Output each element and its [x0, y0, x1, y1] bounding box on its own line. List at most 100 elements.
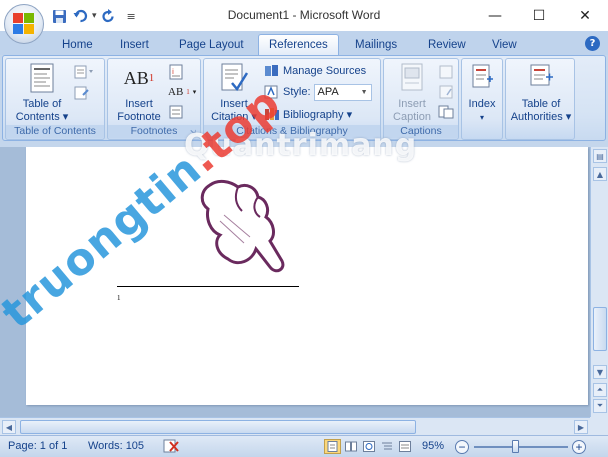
update-table-icon [74, 86, 89, 100]
update-figures-table-button[interactable] [438, 83, 454, 101]
zoom-slider-track[interactable] [474, 446, 568, 448]
minimize-icon: — [488, 7, 502, 24]
zoom-level[interactable]: 95% [422, 440, 444, 452]
bibliography-label: Bibliography ▾ [283, 108, 353, 121]
insert-caption-icon [396, 62, 428, 94]
table-of-contents-button[interactable]: Table of Contents ▾ [12, 62, 72, 124]
style-dropdown[interactable]: APA ▼ [313, 83, 372, 101]
insert-endnote-icon: i [169, 64, 183, 80]
table-of-contents-label-2: Contents ▾ [15, 111, 69, 123]
insert-caption-label-2: Caption [393, 111, 431, 123]
group-index: Index ▾ [461, 58, 503, 140]
manage-sources-icon [265, 65, 278, 76]
insert-table-of-figures-button[interactable] [438, 63, 454, 81]
style-value: APA [317, 86, 339, 98]
next-footnote-button[interactable]: AB 1 ▾ [168, 83, 196, 101]
close-button[interactable]: ✕ [562, 0, 608, 31]
tab-insert[interactable]: Insert [118, 34, 151, 55]
office-button[interactable] [4, 4, 44, 44]
office-logo-icon [13, 13, 35, 35]
manage-sources-label: Manage Sources [283, 65, 367, 77]
add-text-button[interactable] [74, 63, 98, 81]
page-count[interactable]: Page: 1 of 1 [8, 440, 67, 452]
web-layout-view-icon[interactable] [360, 439, 377, 454]
insert-caption-button[interactable]: Insert Caption [388, 62, 436, 124]
cross-reference-icon [438, 105, 454, 119]
add-text-icon [74, 65, 93, 79]
scroll-down-icon[interactable]: ▼ [593, 365, 607, 379]
outline-view-icon[interactable] [378, 439, 395, 454]
proofing-icon[interactable] [162, 438, 180, 457]
next-footnote-sup: 1 [186, 88, 190, 96]
tab-mailings[interactable]: Mailings [353, 34, 399, 55]
table-of-authorities-button[interactable]: Table of Authorities ▾ [508, 62, 574, 124]
tab-review[interactable]: Review [426, 34, 468, 55]
document-page[interactable]: 1 [26, 147, 588, 405]
horizontal-scroll-thumb[interactable] [20, 420, 416, 434]
cross-reference-button[interactable] [438, 103, 454, 121]
style-selector: Style: APA ▼ [264, 83, 372, 101]
index-label-2: ▾ [479, 113, 484, 122]
footnote-icon-sup: 1 [148, 71, 155, 84]
zoom-slider-thumb[interactable] [512, 440, 519, 453]
group-label-toc: Table of Contents [6, 125, 104, 138]
table-of-figures-icon [439, 65, 453, 79]
manage-sources-button[interactable]: Manage Sources [264, 62, 366, 80]
footnote-icon-text: AB [123, 67, 149, 88]
group-table-of-contents: Table of Contents ▾ Table of Contents [5, 58, 105, 140]
insert-footnote-label-1: Insert [125, 98, 153, 110]
insert-footnote-label-2: Footnote [117, 111, 161, 123]
footnote-separator [117, 286, 299, 287]
insert-footnote-icon: AB 1 [123, 62, 155, 94]
update-table-button[interactable] [74, 84, 90, 102]
table-of-authorities-label-1: Table of [521, 98, 561, 110]
table-of-authorities-icon [525, 62, 557, 94]
title-bar: ▾ ≡ Document1 - Microsoft Word — ☐ ✕ [0, 0, 608, 31]
style-dropdown-chevron-icon: ▼ [360, 88, 368, 96]
vertical-scroll-thumb[interactable] [593, 307, 607, 351]
help-icon[interactable]: ? [585, 36, 600, 51]
index-button[interactable]: Index ▾ [464, 62, 500, 124]
scrollbar-corner [590, 417, 608, 435]
svg-text:i: i [172, 68, 174, 76]
footnote-number: 1 [117, 294, 121, 302]
next-footnote-text: AB [168, 86, 184, 98]
print-layout-view-icon[interactable] [324, 439, 341, 454]
next-footnote-dropdown-icon: ▾ [192, 88, 197, 96]
maximize-button[interactable]: ☐ [516, 0, 562, 31]
table-of-contents-label-1: Table of [22, 98, 62, 110]
show-notes-button[interactable] [168, 103, 184, 121]
full-screen-reading-view-icon[interactable] [342, 439, 359, 454]
insert-footnote-button[interactable]: AB 1 Insert Footnote [112, 62, 166, 124]
tab-references[interactable]: References [258, 34, 339, 55]
horizontal-scrollbar[interactable]: ◀ ▶ [0, 417, 590, 435]
tab-view[interactable]: View [490, 34, 519, 55]
vertical-scrollbar[interactable]: ▤ ▲ ▼ ⏶ ⏷ [590, 147, 608, 417]
scroll-up-icon[interactable]: ▲ [593, 167, 607, 181]
next-page-icon[interactable]: ⏷ [593, 399, 607, 413]
table-of-contents-icon [26, 62, 58, 94]
show-notes-icon [169, 105, 183, 119]
zoom-out-button[interactable]: − [455, 440, 469, 454]
ribbon-tabs: Home Insert Page Layout References Maili… [0, 31, 608, 55]
index-label-1: Index [468, 98, 496, 110]
table-of-authorities-label-2: Authorities ▾ [510, 111, 572, 123]
status-bar: Page: 1 of 1 Words: 105 95% − + [0, 435, 608, 457]
ruler-toggle-icon[interactable]: ▤ [593, 149, 607, 163]
update-figures-icon [439, 85, 453, 99]
maximize-icon: ☐ [532, 7, 546, 24]
word-count[interactable]: Words: 105 [88, 440, 144, 452]
draft-view-icon[interactable] [396, 439, 413, 454]
group-table-of-authorities: Table of Authorities ▾ [505, 58, 575, 140]
zoom-in-button[interactable]: + [572, 440, 586, 454]
pointing-hand-icon [200, 179, 285, 273]
style-label: Style: [283, 86, 311, 98]
scroll-left-icon[interactable]: ◀ [2, 420, 16, 434]
close-icon: ✕ [579, 7, 591, 24]
tab-home[interactable]: Home [60, 34, 95, 55]
scroll-right-icon[interactable]: ▶ [574, 420, 588, 434]
insert-endnote-button[interactable]: i [168, 63, 186, 81]
previous-page-icon[interactable]: ⏶ [593, 383, 607, 397]
minimize-button[interactable]: — [472, 0, 518, 31]
tab-page-layout[interactable]: Page Layout [177, 34, 246, 55]
